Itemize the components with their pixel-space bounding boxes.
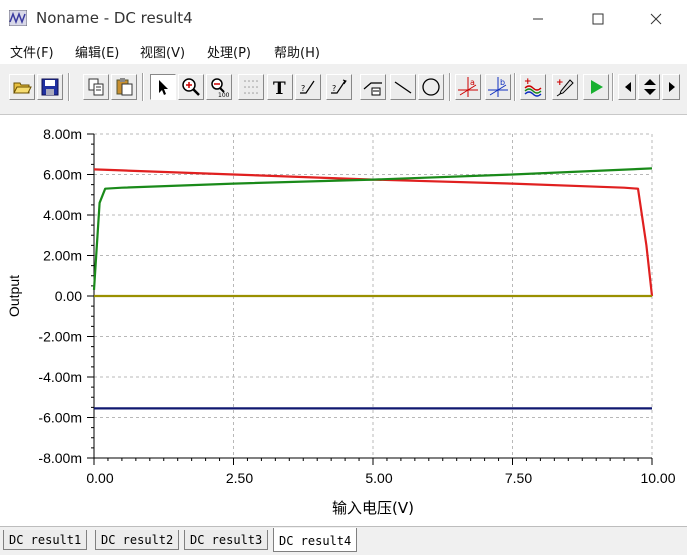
x-tick-label: 7.50 <box>505 470 532 486</box>
y-tick-label: 6.00m <box>43 167 82 183</box>
plot-area[interactable]: 8.00m 6.00m 4.00m 2.00m 0.00 -2.00m -4.00m -6.0… <box>0 115 687 526</box>
svg-text:+: + <box>556 78 564 88</box>
cursor-b-icon: b <box>488 77 508 97</box>
line-icon <box>394 81 412 94</box>
toolbar-separator <box>612 73 614 101</box>
annotate-3-icon <box>363 82 382 96</box>
svg-text:a: a <box>470 78 475 87</box>
zoom-in-icon <box>182 78 200 96</box>
menu-edit[interactable]: 编辑(E) <box>75 42 119 61</box>
minimize-icon <box>533 18 543 20</box>
run-icon <box>591 80 603 94</box>
x-tick-label: 2.50 <box>226 470 253 486</box>
text-icon: T <box>273 79 286 97</box>
annotate-1-button[interactable]: ? <box>295 74 321 100</box>
y-tick-label: 0.00 <box>55 288 82 304</box>
dc-result-chart: 8.00m 6.00m 4.00m 2.00m 0.00 -2.00m -4.00m -6.0… <box>6 126 676 517</box>
y-axis-label: Output <box>6 275 22 317</box>
x-tick-label: 5.00 <box>365 470 392 486</box>
menu-bar: 文件(F) 编辑(E) 视图(V) 处理(P) 帮助(H) <box>0 38 687 64</box>
tab-dc-result1[interactable]: DC result1 <box>3 530 88 550</box>
copy-icon <box>88 78 104 96</box>
y-tick-label: -8.00m <box>38 450 82 466</box>
svg-text:T: T <box>273 79 286 97</box>
close-icon <box>650 13 662 25</box>
menu-file[interactable]: 文件(F) <box>10 42 54 61</box>
text-button[interactable]: T <box>267 74 293 100</box>
title-bar: Noname - DC result4 <box>0 0 687 38</box>
tab-dc-result4[interactable]: DC result4 <box>273 528 358 552</box>
x-tick-label: 0.00 <box>86 470 113 486</box>
toolbar-separator <box>514 73 516 101</box>
svg-text:?: ? <box>332 84 336 93</box>
probe-icon: + <box>556 78 574 97</box>
y-tick-label: -4.00m <box>38 369 82 385</box>
y-tick-label: 4.00m <box>43 207 82 223</box>
y-tick-label: -2.00m <box>38 329 82 345</box>
x-tick-label: 10.00 <box>640 470 675 486</box>
svg-text:b: b <box>500 78 505 87</box>
cursor-a-icon: a <box>458 77 478 97</box>
close-button[interactable] <box>633 0 679 38</box>
y-tick-label: 8.00m <box>43 126 82 142</box>
scroll-left-icon <box>625 82 631 92</box>
scroll-right-button[interactable] <box>662 74 680 100</box>
app-icon <box>9 10 27 26</box>
save-icon <box>41 78 59 96</box>
y-tick-label: -6.00m <box>38 410 82 426</box>
x-axis-label: 输入电压(V) <box>332 499 414 517</box>
y-tick-label: 2.00m <box>43 248 82 264</box>
toolbar-separator <box>68 73 70 101</box>
svg-text:?: ? <box>301 84 305 93</box>
scroll-updown-icon <box>644 79 656 95</box>
toolbar-separator <box>142 73 144 101</box>
scroll-right-icon <box>669 82 675 92</box>
open-icon <box>13 82 32 94</box>
zoom-100-icon: 100% <box>211 78 229 97</box>
annotate-2-button[interactable]: ? <box>326 74 352 100</box>
paste-icon <box>116 78 133 96</box>
probe-button[interactable]: + <box>552 74 578 100</box>
waves-icon: + <box>524 77 542 97</box>
maximize-button[interactable] <box>575 0 621 38</box>
ellipse-icon <box>422 78 440 96</box>
toolbar: 100% T ? ? a b + + <box>0 64 687 115</box>
pointer-icon <box>159 80 168 95</box>
zoom-100-button[interactable]: 100% <box>206 74 232 100</box>
menu-process[interactable]: 处理(P) <box>207 42 251 61</box>
ellipse-button[interactable] <box>418 74 444 100</box>
paste-button[interactable] <box>111 74 137 100</box>
tab-dc-result2[interactable]: DC result2 <box>95 530 180 550</box>
scroll-updown-button[interactable] <box>638 74 660 100</box>
scroll-left-button[interactable] <box>618 74 636 100</box>
pointer-button[interactable] <box>150 74 176 100</box>
open-button[interactable] <box>9 74 35 100</box>
window-title: Noname - DC result4 <box>36 9 193 27</box>
line-button[interactable] <box>390 74 416 100</box>
tab-dc-result3[interactable]: DC result3 <box>184 530 269 550</box>
cursor-a-button[interactable]: a <box>455 74 481 100</box>
annotate-2-icon: ? <box>331 79 347 94</box>
grid-icon <box>244 80 258 94</box>
maximize-icon <box>592 13 604 25</box>
annotate-1-icon: ? <box>300 80 315 94</box>
run-button[interactable] <box>583 74 609 100</box>
copy-button[interactable] <box>83 74 109 100</box>
svg-text:100%: 100% <box>218 92 229 97</box>
menu-view[interactable]: 视图(V) <box>140 42 185 61</box>
menu-help[interactable]: 帮助(H) <box>274 42 320 61</box>
minimize-button[interactable] <box>515 0 561 38</box>
zoom-in-button[interactable] <box>178 74 204 100</box>
toolbar-separator <box>449 73 451 101</box>
save-button[interactable] <box>37 74 63 100</box>
annotate-3-button[interactable] <box>360 74 386 100</box>
grid-button[interactable] <box>238 74 264 100</box>
waves-button[interactable]: + <box>520 74 546 100</box>
tab-bar: DC result1 DC result2 DC result3 DC resu… <box>0 526 687 555</box>
cursor-b-button[interactable]: b <box>485 74 511 100</box>
